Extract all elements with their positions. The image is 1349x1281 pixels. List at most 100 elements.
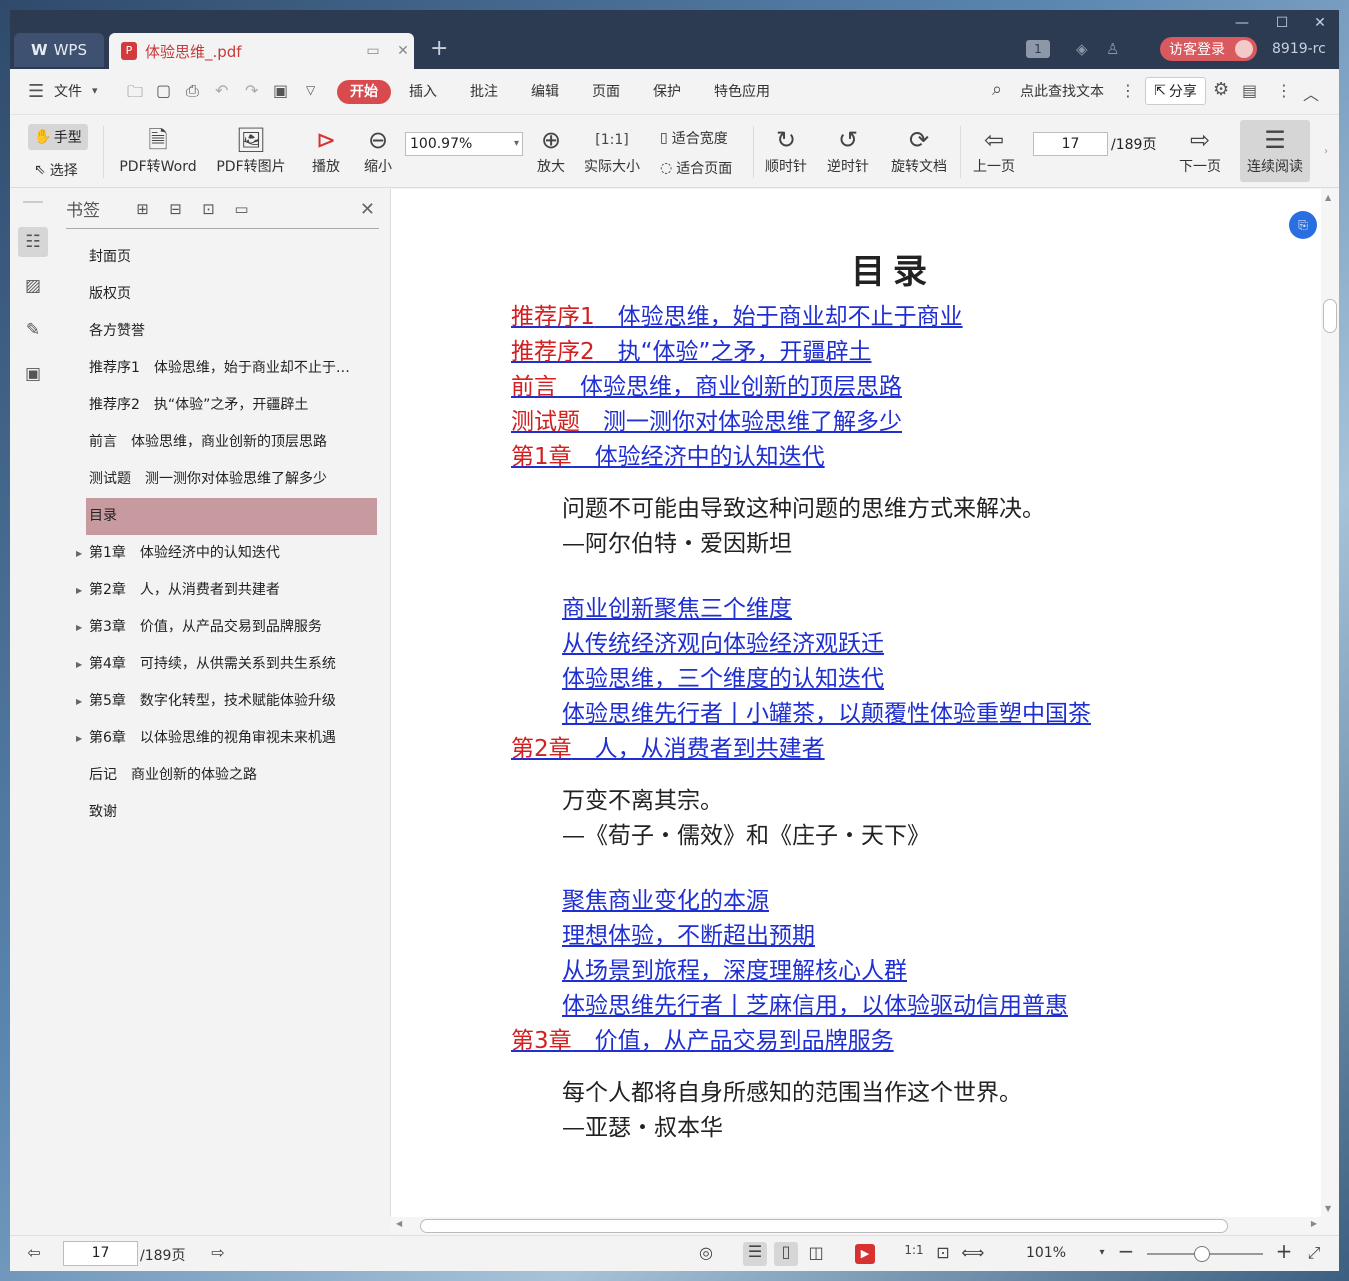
- prev-page-status-icon[interactable]: ⇦: [22, 1243, 46, 1262]
- redo-icon[interactable]: ↷: [245, 81, 258, 100]
- bookmark-item[interactable]: 后记 商业创新的体验之路: [66, 757, 377, 794]
- rotate-clockwise-button[interactable]: ↻ 顺时针: [760, 124, 812, 176]
- zoom-level-select[interactable]: 100.97%: [405, 132, 523, 156]
- document-tab[interactable]: P 体验思维_.pdf ▭ ✕: [109, 33, 414, 69]
- toc-section-link[interactable]: 聚焦商业变化的本源: [562, 881, 769, 915]
- save-icon[interactable]: ▢: [156, 81, 171, 100]
- zoom-in-button[interactable]: ⊕ 放大: [531, 124, 571, 176]
- wps-home-tab[interactable]: W WPS: [14, 33, 104, 67]
- scroll-left-icon[interactable]: ◀: [396, 1219, 402, 1228]
- bookmark-item[interactable]: 推荐序2 执“体验”之矛，开疆辟土: [66, 387, 377, 424]
- toc-section-link[interactable]: 体验思维先行者丨芝麻信用，以体验驱动信用普惠: [562, 986, 1068, 1020]
- settings-gear-icon[interactable]: ⚙: [1213, 79, 1229, 100]
- expand-all-icon[interactable]: ⊞: [126, 200, 159, 218]
- collapse-all-icon[interactable]: ⊟: [159, 200, 192, 218]
- tab-special-apps[interactable]: 特色应用: [714, 81, 770, 101]
- play-slideshow-icon[interactable]: ▶: [855, 1244, 875, 1264]
- toc-section-link[interactable]: 商业创新聚焦三个维度: [562, 589, 792, 623]
- print-icon[interactable]: ⎙: [186, 81, 199, 101]
- single-page-continuous-icon[interactable]: ☰: [743, 1242, 767, 1266]
- toc-section-link[interactable]: 理想体验，不断超出预期: [562, 916, 815, 950]
- more-options-icon[interactable]: ⋮: [1276, 81, 1292, 100]
- zoom-out-status-icon[interactable]: −: [1114, 1239, 1138, 1263]
- undo-icon[interactable]: ↶: [215, 81, 228, 100]
- tab-edit[interactable]: 编辑: [531, 81, 559, 101]
- expand-arrow-icon[interactable]: ▶: [76, 572, 82, 609]
- hand-tool-button[interactable]: ✋ 手型: [28, 124, 88, 150]
- next-page-button[interactable]: ⇨ 下一页: [1174, 124, 1226, 176]
- single-page-icon[interactable]: ▯: [774, 1242, 798, 1266]
- expand-arrow-icon[interactable]: ▶: [76, 535, 82, 572]
- toc-section-link[interactable]: 体验思维先行者丨小罐茶，以颠覆性体验重塑中国茶: [562, 694, 1091, 728]
- scroll-down-icon[interactable]: ▼: [1325, 1204, 1331, 1213]
- signature-icon[interactable]: ▣: [18, 359, 48, 389]
- toc-chapter-link[interactable]: 前言 体验思维，商业创新的顶层思路: [511, 367, 902, 401]
- bookmark-item[interactable]: 测试题 测一测你对体验思维了解多少: [66, 461, 377, 498]
- two-page-icon[interactable]: ◫: [804, 1243, 828, 1262]
- floating-tool-icon[interactable]: ⎘: [1289, 211, 1317, 239]
- hamburger-icon[interactable]: ☰: [28, 81, 44, 102]
- tab-annotate[interactable]: 批注: [470, 81, 498, 101]
- page-number-input[interactable]: 17: [1033, 132, 1108, 156]
- horizontal-scroll-thumb[interactable]: [420, 1219, 1228, 1233]
- maximize-icon[interactable]: ☐: [1262, 12, 1302, 34]
- scroll-up-icon[interactable]: ▲: [1325, 193, 1331, 202]
- horizontal-scrollbar[interactable]: ◀ ▶: [390, 1217, 1339, 1235]
- pdf-to-word-button[interactable]: 🗎 PDF转Word: [114, 124, 202, 176]
- actual-size-button[interactable]: [1:1] 实际大小: [578, 124, 646, 176]
- rotate-counterclockwise-button[interactable]: ↺ 逆时针: [822, 124, 874, 176]
- export-image-icon[interactable]: ▣: [273, 81, 288, 100]
- tab-page[interactable]: 页面: [592, 81, 620, 101]
- prev-page-button[interactable]: ⇦ 上一页: [968, 124, 1020, 176]
- bookmark-item[interactable]: ▶ 第1章 体验经济中的认知迭代: [66, 535, 377, 572]
- shirt-icon[interactable]: ♙: [1106, 40, 1119, 58]
- expand-arrow-icon[interactable]: ▶: [76, 609, 82, 646]
- zoom-in-status-icon[interactable]: +: [1272, 1239, 1296, 1263]
- minimize-icon[interactable]: —: [1222, 12, 1262, 34]
- continuous-read-content[interactable]: ☰ 连续阅读: [1240, 124, 1310, 176]
- bookmark-list-icon[interactable]: ☷: [18, 227, 48, 257]
- toc-section-link[interactable]: 体验思维，三个维度的认知迭代: [562, 659, 884, 693]
- file-menu[interactable]: 文件: [54, 81, 82, 101]
- toc-chapter-link[interactable]: 第2章 人，从消费者到共建者: [511, 729, 825, 763]
- zoom-out-button[interactable]: ⊖ 缩小: [358, 124, 398, 176]
- bookmark-item[interactable]: ▶ 第4章 可持续，从供需关系到共生系统: [66, 646, 377, 683]
- bookmark-item[interactable]: ▶ 第5章 数字化转型，技术赋能体验升级: [66, 683, 377, 720]
- close-panel-icon[interactable]: ✕: [360, 199, 375, 220]
- tab-start[interactable]: 开始: [337, 80, 391, 104]
- thumbnail-icon[interactable]: ▨: [18, 271, 48, 301]
- status-page-input[interactable]: 17: [63, 1241, 138, 1266]
- fullscreen-icon[interactable]: ⤢: [1302, 1243, 1326, 1263]
- bookmark-item[interactable]: 版权页: [66, 276, 377, 313]
- toolbar-expand-icon[interactable]: ›: [1320, 146, 1332, 157]
- bookmark-item[interactable]: ▶ 第2章 人，从消费者到共建者: [66, 572, 377, 609]
- more-vertical-icon[interactable]: ⋮: [1120, 81, 1136, 100]
- zoom-slider-knob[interactable]: [1194, 1246, 1210, 1262]
- comment-icon[interactable]: ▤: [1242, 81, 1257, 100]
- expand-arrow-icon[interactable]: ▶: [76, 720, 82, 757]
- actual-size-status-icon[interactable]: 1:1: [902, 1243, 926, 1257]
- more-dropdown-icon[interactable]: ▽: [306, 83, 315, 97]
- tab-insert[interactable]: 插入: [409, 81, 437, 101]
- document-view[interactable]: ⎘ 目录 推荐序1 体验思维，始于商业却不止于商业 推荐序2 执“体验”之矛，开疆…: [390, 189, 1339, 1217]
- rotate-document-button[interactable]: ⟳ 旋转文档: [886, 124, 952, 176]
- new-tab-icon[interactable]: +: [430, 36, 448, 61]
- expand-arrow-icon[interactable]: ▶: [76, 683, 82, 720]
- fit-width-button[interactable]: ▯ 适合宽度: [660, 128, 728, 148]
- scroll-right-icon[interactable]: ▶: [1311, 1219, 1317, 1228]
- bookmark-item[interactable]: 封面页: [66, 239, 377, 276]
- bookmark-settings-icon[interactable]: ▭: [225, 200, 258, 218]
- next-page-status-icon[interactable]: ⇨: [206, 1243, 230, 1262]
- annotation-icon[interactable]: ✎: [18, 315, 48, 345]
- toc-chapter-link[interactable]: 测试题 测一测你对体验思维了解多少: [511, 402, 902, 436]
- toc-section-link[interactable]: 从传统经济观向体验经济观跃迁: [562, 624, 884, 658]
- find-text-input[interactable]: 点此查找文本: [1020, 81, 1104, 101]
- close-window-icon[interactable]: ✕: [1300, 12, 1339, 34]
- pdf-to-image-button[interactable]: 🖼 PDF转图片: [212, 124, 290, 176]
- share-button[interactable]: ⇱ 分享: [1145, 77, 1206, 105]
- fit-width-status-icon[interactable]: ⟺: [961, 1243, 985, 1262]
- toc-chapter-link[interactable]: 推荐序1 体验思维，始于商业却不止于商业: [511, 297, 963, 331]
- window-count-badge[interactable]: 1: [1026, 40, 1050, 58]
- bookmark-item[interactable]: 前言 体验思维，商业创新的顶层思路: [66, 424, 377, 461]
- guest-login-button[interactable]: 访客登录: [1160, 37, 1257, 61]
